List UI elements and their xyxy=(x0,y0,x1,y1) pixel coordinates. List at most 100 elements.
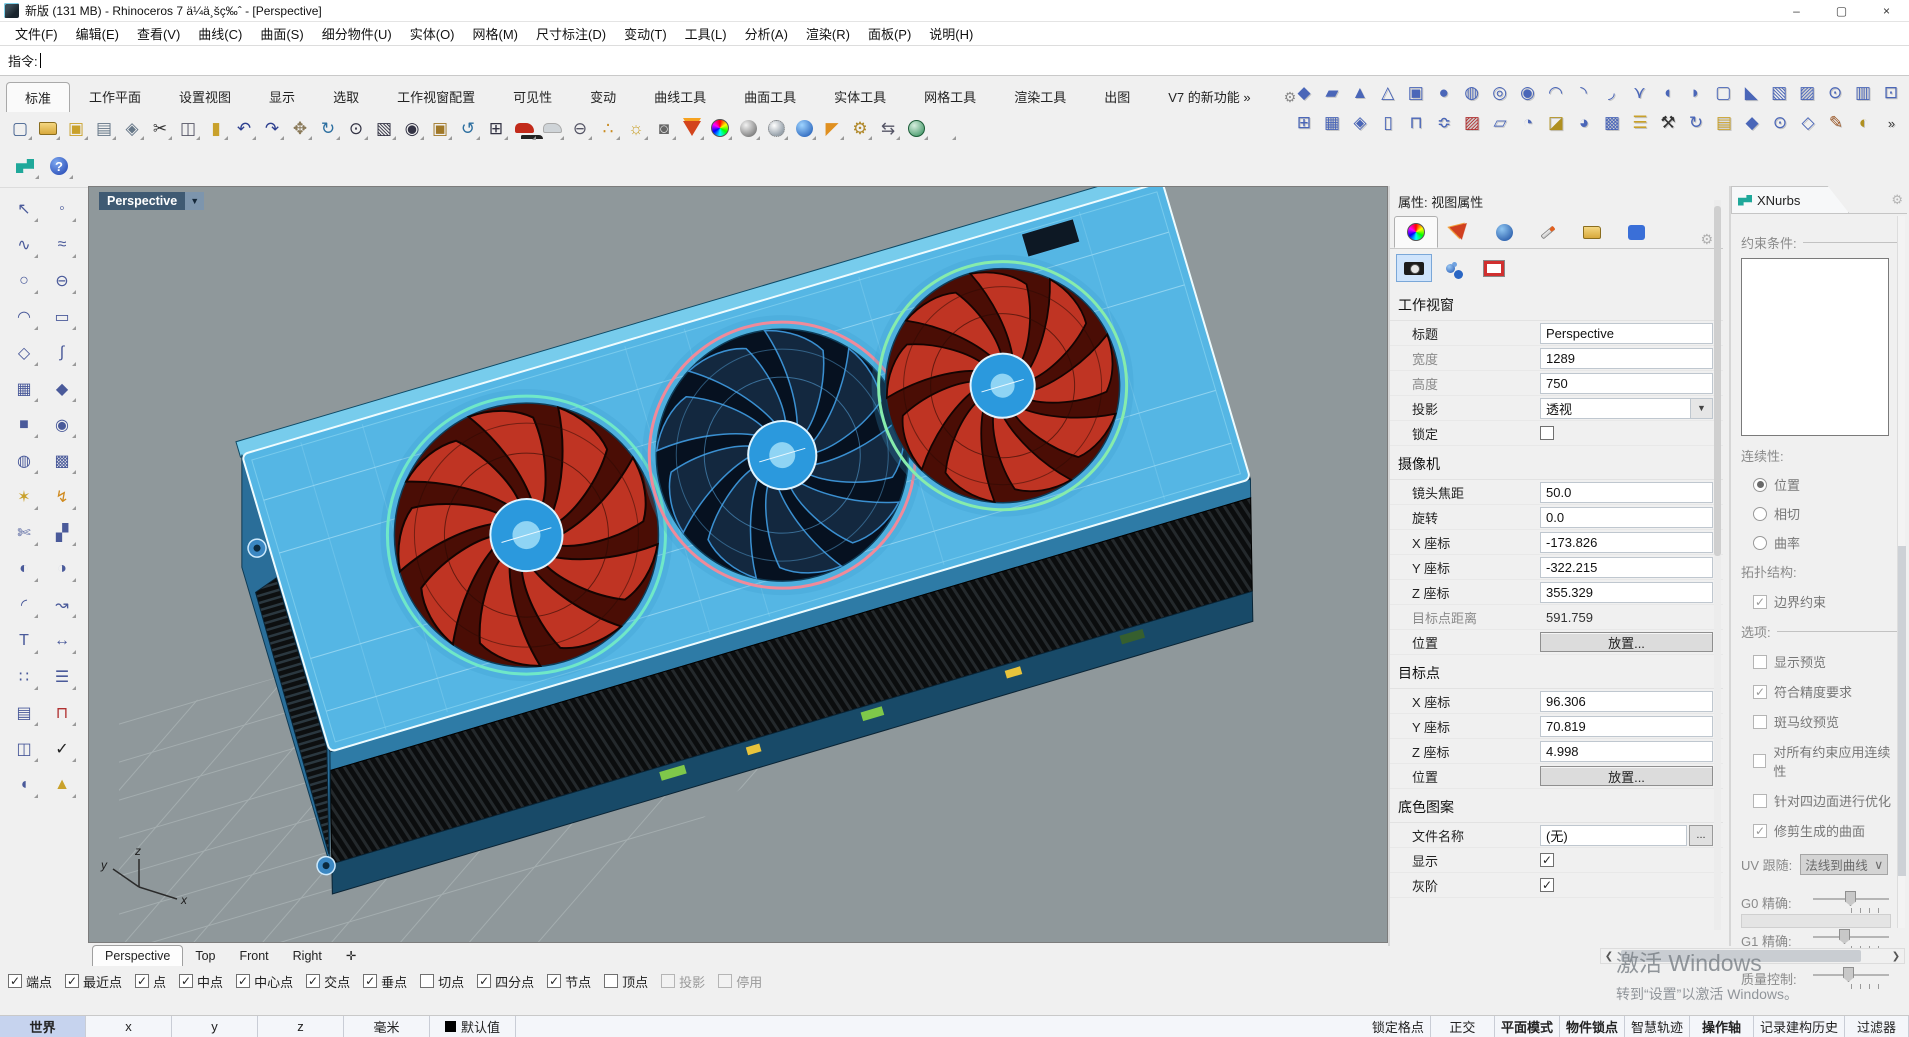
trim-icon[interactable]: ✄ xyxy=(7,518,41,548)
polysurface-icon[interactable]: ◆ xyxy=(1290,79,1318,107)
split-sphere-icon[interactable]: ◐ xyxy=(1850,109,1878,137)
property-checkbox[interactable] xyxy=(1540,853,1554,867)
color-wheel-icon[interactable] xyxy=(706,115,734,142)
status-cell[interactable]: y xyxy=(172,1016,258,1037)
close-button[interactable]: × xyxy=(1864,0,1909,22)
option-checkbox[interactable]: 针对四边面进行优化 xyxy=(1753,791,1897,810)
status-toggle[interactable]: 平面模式 xyxy=(1495,1016,1560,1037)
ellipsoid-icon[interactable]: ◍ xyxy=(1458,79,1486,107)
dotted-box-icon[interactable]: ▧ xyxy=(1765,79,1793,107)
clamp-icon[interactable]: ⊓ xyxy=(1402,109,1430,137)
menu-item[interactable]: 查看(V) xyxy=(128,22,189,45)
toolbar-tab[interactable]: 变动 xyxy=(571,81,635,112)
viewport-tab[interactable]: Perspective xyxy=(92,945,183,966)
toolbar-tab[interactable]: 网格工具 xyxy=(905,81,995,112)
lamp-icon[interactable]: ☼ xyxy=(622,115,650,142)
offset-icon[interactable]: ⊓ xyxy=(45,698,79,728)
material-tab-icon[interactable] xyxy=(1438,216,1482,248)
menu-item[interactable]: 曲线(C) xyxy=(189,22,251,45)
osnap-checkbox[interactable] xyxy=(363,974,377,988)
array-icon[interactable]: ∷ xyxy=(7,662,41,692)
menu-item[interactable]: 面板(P) xyxy=(859,22,920,45)
osnap-toggle[interactable]: 中心点 xyxy=(236,972,293,991)
status-toggle[interactable]: 过滤器 xyxy=(1845,1016,1909,1037)
property-value-input[interactable]: 透视 xyxy=(1540,398,1691,419)
status-toggle[interactable]: 锁定格点 xyxy=(1366,1016,1431,1037)
sphere-icon[interactable]: ● xyxy=(1430,79,1458,107)
property-value-input[interactable]: 750 xyxy=(1540,373,1713,394)
open-folder-icon[interactable] xyxy=(34,115,62,142)
surface-patch-icon[interactable]: ▩ xyxy=(45,446,79,476)
status-cell[interactable]: 默认值 xyxy=(430,1016,516,1037)
grid-align-icon[interactable]: ⊞ xyxy=(1290,109,1318,137)
cplane-icon[interactable]: ⊖ xyxy=(566,115,594,142)
earth-icon[interactable] xyxy=(902,115,930,142)
scrollbar-thumb[interactable] xyxy=(1621,950,1861,962)
options-gear-icon[interactable]: ⚙ xyxy=(846,115,874,142)
toolbar-tab[interactable]: 显示 xyxy=(250,81,314,112)
frame-subtab-icon[interactable] xyxy=(1476,254,1512,282)
toolbar-tab[interactable]: 设置视图 xyxy=(160,81,250,112)
sphere-link-icon[interactable]: ⊙ xyxy=(1821,79,1849,107)
osnap-checkbox[interactable] xyxy=(661,974,675,988)
arc-icon[interactable]: ◠ xyxy=(7,302,41,332)
page-properties-icon[interactable]: ◈ xyxy=(118,115,146,142)
slider-handle[interactable] xyxy=(1839,929,1850,944)
osnap-checkbox[interactable] xyxy=(306,974,320,988)
status-toggle[interactable]: 操作轴 xyxy=(1690,1016,1754,1037)
text-object-icon[interactable]: T xyxy=(7,626,41,656)
panel-array-icon[interactable]: ▥ xyxy=(1849,79,1877,107)
slider-handle[interactable] xyxy=(1843,967,1854,982)
option-checkbox[interactable]: 对所有约束应用连续性 xyxy=(1753,742,1897,780)
osnap-checkbox[interactable] xyxy=(547,974,561,988)
sidebar-help-icon[interactable]: ? xyxy=(42,151,76,181)
cage-edit-icon[interactable]: ▢ xyxy=(1709,79,1737,107)
revolve-icon[interactable]: ◍ xyxy=(7,446,41,476)
toolbar-tab[interactable]: 出图 xyxy=(1085,81,1149,112)
select-arrow-icon[interactable]: ↖ xyxy=(7,194,41,224)
help-tab-icon[interactable] xyxy=(1614,216,1658,248)
menu-item[interactable]: 变动(T) xyxy=(615,22,676,45)
toolbar-tab[interactable]: V7 的新功能 » xyxy=(1149,81,1269,112)
constraints-listbox[interactable] xyxy=(1741,258,1889,436)
property-value-input[interactable]: 0.0 xyxy=(1540,507,1713,528)
scroll-left-arrow-icon[interactable]: ❮ xyxy=(1601,951,1617,962)
gumball-icon[interactable]: ⇆ xyxy=(874,115,902,142)
osnap-checkbox[interactable] xyxy=(65,974,79,988)
place-button[interactable]: 放置... xyxy=(1540,766,1713,786)
scale-icon[interactable]: ↔ xyxy=(45,626,79,656)
menu-item[interactable]: 网格(M) xyxy=(464,22,528,45)
osnap-checkbox[interactable] xyxy=(8,974,22,988)
option-checkbox[interactable]: 修剪生成的曲面 xyxy=(1753,821,1897,840)
property-checkbox[interactable] xyxy=(1540,426,1554,440)
mesh-point-icon[interactable]: ◈ xyxy=(1346,109,1374,137)
osnap-checkbox[interactable] xyxy=(420,974,434,988)
fillet-curve-icon[interactable]: ◜ xyxy=(7,590,41,620)
blend-curve-icon[interactable]: ∫ xyxy=(45,338,79,368)
shell-icon[interactable]: ◕ xyxy=(1570,109,1598,137)
torus-icon[interactable]: ◎ xyxy=(1486,79,1514,107)
maximize-button[interactable]: ▢ xyxy=(1819,0,1864,22)
slider-track[interactable] xyxy=(1813,967,1889,989)
car-icon[interactable] xyxy=(510,115,538,142)
osnap-toggle[interactable]: 投影 xyxy=(661,972,705,991)
osnap-checkbox[interactable] xyxy=(179,974,193,988)
menu-item[interactable]: 尺寸标注(D) xyxy=(527,22,615,45)
undo-icon[interactable]: ↶ xyxy=(230,115,258,142)
extend-curve-icon[interactable]: ↝ xyxy=(45,590,79,620)
raytrace-flag-icon[interactable]: ◤ xyxy=(818,115,846,142)
arc-surface-2-icon[interactable]: ◝ xyxy=(1570,79,1598,107)
viewport-layout-icon[interactable]: ⊞ xyxy=(482,115,510,142)
extrude-icon[interactable]: ▤ xyxy=(7,698,41,728)
viewport-tab[interactable]: Top xyxy=(183,946,227,966)
yellow-box-icon[interactable]: ▤ xyxy=(1710,109,1738,137)
property-checkbox[interactable] xyxy=(1540,878,1554,892)
property-value-input[interactable]: 1289 xyxy=(1540,348,1713,369)
render-shield-icon[interactable] xyxy=(678,115,706,142)
menu-item[interactable]: 分析(A) xyxy=(736,22,797,45)
dense-mesh-icon[interactable]: ▦ xyxy=(1318,109,1346,137)
osnap-toggle[interactable]: 交点 xyxy=(306,972,350,991)
brush-icon[interactable]: ✎ xyxy=(1822,109,1850,137)
perspective-viewport[interactable]: Perspective ▼ xyxy=(88,186,1388,943)
toolbar-tab[interactable]: 可见性 xyxy=(494,81,571,112)
